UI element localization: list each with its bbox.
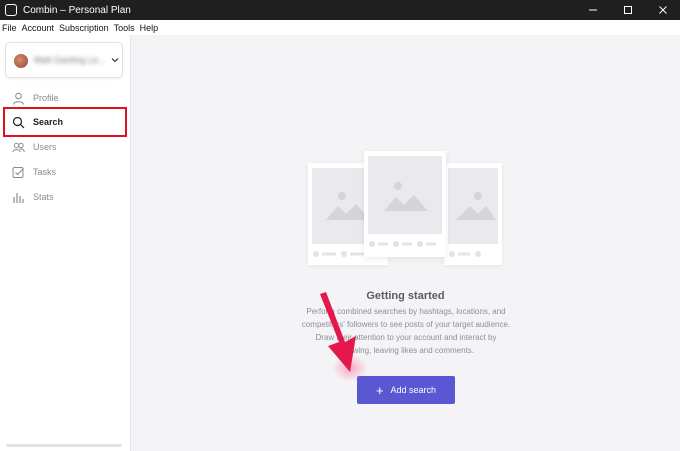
menu-file[interactable]: File xyxy=(2,23,17,33)
stats-icon xyxy=(13,192,24,203)
menu-help[interactable]: Help xyxy=(140,23,159,33)
chevron-down-icon xyxy=(111,58,119,63)
placeholder-card-right xyxy=(444,163,502,265)
plus-icon: + xyxy=(375,382,384,398)
minimize-icon xyxy=(588,9,597,11)
card-meta-dots xyxy=(369,241,436,247)
empty-state-description: Perform combined searches by hashtags, l… xyxy=(301,307,511,355)
close-icon xyxy=(658,6,667,14)
sidebar: Matt Ganting Le... Profile Search Users … xyxy=(0,35,131,451)
users-icon xyxy=(12,142,25,152)
image-placeholder xyxy=(368,156,442,234)
title-bar: Combin – Personal Plan xyxy=(0,0,680,20)
profile-icon xyxy=(13,92,24,105)
sidebar-item-stats[interactable]: Stats xyxy=(6,186,124,208)
account-selector[interactable]: Matt Ganting Le... xyxy=(5,42,123,78)
close-button[interactable] xyxy=(645,0,680,20)
sidebar-item-users[interactable]: Users xyxy=(6,136,124,158)
sidebar-item-label: Profile xyxy=(33,93,59,103)
avatar xyxy=(14,54,28,68)
menu-tools[interactable]: Tools xyxy=(114,23,135,33)
sidebar-scrollbar[interactable] xyxy=(6,444,122,447)
annotation-highlight-box xyxy=(3,107,127,137)
sidebar-item-label: Stats xyxy=(33,192,54,202)
minimize-button[interactable] xyxy=(575,0,610,20)
window-controls xyxy=(575,0,680,20)
sidebar-item-label: Tasks xyxy=(33,167,57,177)
menu-bar: File Account Subscription Tools Help xyxy=(0,20,680,35)
image-icon xyxy=(456,192,496,220)
placeholder-card-center xyxy=(364,151,446,257)
maximize-icon xyxy=(623,6,632,14)
card-meta-dots xyxy=(449,251,481,257)
menu-account[interactable]: Account xyxy=(22,23,55,33)
sidebar-item-tasks[interactable]: Tasks xyxy=(6,161,124,183)
image-placeholder xyxy=(448,168,498,244)
tasks-icon xyxy=(12,166,24,178)
account-name: Matt Ganting Le... xyxy=(34,55,106,65)
empty-state-title: Getting started xyxy=(366,290,445,302)
sidebar-item-profile[interactable]: Profile xyxy=(6,87,124,109)
window-title: Combin – Personal Plan xyxy=(23,4,131,16)
image-icon xyxy=(384,182,428,211)
add-search-label: Add search xyxy=(390,385,437,395)
main-panel: Getting started Perform combined searche… xyxy=(131,35,680,451)
app-icon xyxy=(5,4,17,16)
sidebar-item-label: Users xyxy=(33,142,57,152)
menu-subscription[interactable]: Subscription xyxy=(59,23,109,33)
add-search-button[interactable]: + Add search xyxy=(357,376,455,404)
maximize-button[interactable] xyxy=(610,0,645,20)
